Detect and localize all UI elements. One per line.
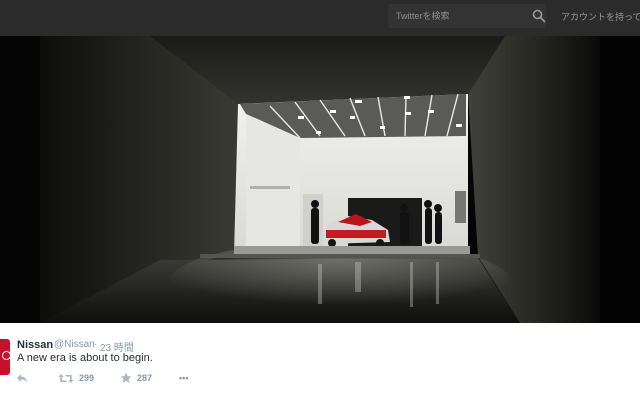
reply-icon	[17, 374, 27, 383]
tweet-photo[interactable]	[0, 36, 640, 323]
retweet-icon	[58, 373, 74, 383]
user-name[interactable]: Nissan	[17, 339, 53, 351]
search-box[interactable]	[388, 4, 546, 28]
avatar[interactable]	[0, 339, 11, 375]
favorite-button[interactable]: 287	[120, 371, 152, 385]
retweet-button[interactable]: 299	[58, 371, 94, 385]
more-icon: •••	[179, 373, 189, 383]
favorite-count[interactable]: 287	[137, 373, 152, 383]
user-handle[interactable]: @Nissan	[54, 339, 95, 350]
meta-separator: ·	[94, 339, 98, 350]
reply-button[interactable]	[16, 371, 28, 385]
account-link[interactable]: アカウントを持ってい	[561, 10, 640, 23]
search-icon[interactable]	[532, 9, 546, 23]
more-options-button[interactable]: •••	[179, 371, 188, 385]
nissan-logo-icon	[2, 351, 11, 360]
tweet: Nissan @Nissan · 23 時間 A new era is abou…	[0, 323, 640, 400]
top-bar: アカウントを持ってい	[0, 0, 640, 36]
garage-photo-image	[0, 36, 640, 323]
tweet-text: A new era is about to begin.	[17, 352, 153, 364]
search-input[interactable]	[388, 4, 518, 28]
retweet-count[interactable]: 299	[79, 373, 94, 383]
star-icon	[120, 372, 132, 383]
